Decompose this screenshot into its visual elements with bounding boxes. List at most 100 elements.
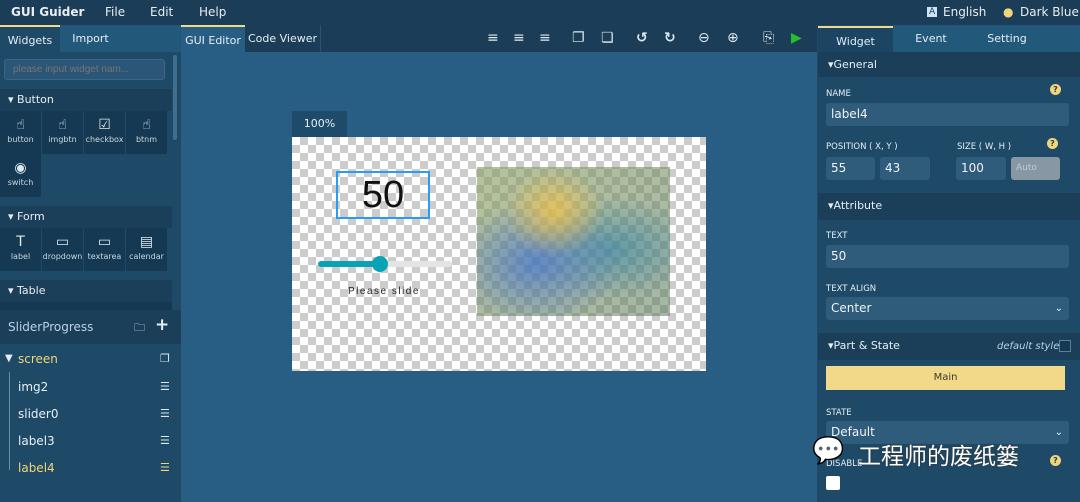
textarea-icon: ▭ [97, 234, 112, 250]
section-general[interactable]: ▾General [818, 52, 1080, 77]
tab-gui-editor[interactable]: GUI Editor [181, 25, 245, 52]
help-icon[interactable]: ? [1050, 84, 1061, 95]
slider-fill [318, 261, 380, 267]
layer-icon[interactable]: ☰ [160, 407, 170, 420]
switch-icon: ◉ [14, 160, 27, 176]
align-right-icon[interactable]: ≡ [539, 30, 551, 46]
slider0-widget[interactable] [318, 256, 452, 272]
tree-label3[interactable]: label3 [18, 434, 55, 448]
language-selector[interactable]: English [943, 5, 986, 19]
menu-file[interactable]: File [105, 5, 125, 19]
widget-btnm[interactable]: ☝ btnm [126, 111, 167, 154]
section-title: Form [17, 210, 45, 223]
widget-switch[interactable]: ◉ switch [0, 154, 41, 197]
widget-button[interactable]: ☝ button [0, 111, 41, 154]
size-label: SIZE ( W, H ) [957, 142, 1012, 152]
tree-slider0[interactable]: slider0 [18, 407, 59, 421]
layer-icon[interactable]: ☰ [160, 461, 170, 474]
widget-dropdown[interactable]: ▭ dropdown [42, 228, 83, 271]
text-align-label: TEXT ALIGN [826, 284, 877, 294]
tab-event[interactable]: Event [905, 25, 957, 52]
widget-label: calendar [129, 252, 164, 261]
label3-widget[interactable]: Please slide [348, 286, 420, 297]
widget-label: checkbox [85, 135, 124, 144]
bring-front-icon[interactable]: ❐ [572, 30, 585, 46]
size-h-field[interactable]: Auto [1011, 157, 1060, 180]
disable-checkbox[interactable] [826, 476, 840, 490]
undo-icon[interactable]: ↺ [636, 30, 648, 46]
align-left-icon[interactable]: ≡ [487, 30, 499, 46]
calendar-icon: ▤ [139, 234, 154, 250]
wechat-icon: 💬 [812, 436, 845, 466]
send-back-icon[interactable]: ❏ [601, 30, 614, 46]
widget-imgbtn[interactable]: ☝ imgbtn [42, 111, 83, 154]
slider-knob[interactable] [371, 256, 388, 272]
btnm-icon: ☝ [142, 117, 151, 133]
align-center-icon[interactable]: ≡ [513, 30, 525, 46]
tab-widget[interactable]: Widget [818, 26, 893, 53]
help-icon[interactable]: ? [1050, 455, 1061, 466]
language-icon: A [927, 7, 938, 17]
menu-bar: GUI Guider File Edit Help A English ● Da… [0, 0, 1080, 25]
tab-widgets[interactable]: Widgets [0, 25, 60, 52]
tab-code-viewer[interactable]: Code Viewer [245, 25, 321, 52]
section-title: General [833, 58, 877, 71]
widget-scrollbar[interactable] [173, 55, 177, 140]
theme-selector[interactable]: Dark Blue [1020, 5, 1079, 19]
project-name: SliderProgress [8, 320, 94, 334]
position-y-field[interactable]: 43 [880, 157, 930, 180]
tree-line [9, 372, 10, 470]
section-title: Part & State [833, 339, 900, 352]
button-icon: ☝ [16, 117, 25, 133]
dropdown-icon: ▭ [55, 234, 70, 250]
collapse-icon[interactable]: ▼ [5, 353, 13, 364]
menu-edit[interactable]: Edit [150, 5, 173, 19]
section-title: Button [17, 93, 54, 106]
zoom-out-icon[interactable]: ⊖ [698, 30, 710, 46]
layer-icon[interactable]: ☰ [160, 380, 170, 393]
tab-import[interactable]: Import [60, 25, 181, 52]
chevron-down-icon: ⌄ [1054, 303, 1063, 314]
folder-icon[interactable]: 🗀 [134, 319, 145, 338]
label4-widget[interactable]: 50 [336, 171, 430, 219]
tree-screen[interactable]: screen [18, 352, 58, 366]
size-w-field[interactable]: 100 [956, 157, 1006, 180]
add-icon[interactable]: + [155, 315, 169, 335]
text-align-value: Center [831, 301, 872, 315]
run-icon[interactable]: ▶ [791, 30, 802, 46]
widget-label: imgbtn [48, 135, 77, 144]
widget-calendar[interactable]: ▤ calendar [126, 228, 167, 271]
zoom-in-icon[interactable]: ⊕ [727, 30, 739, 46]
copy-icon[interactable]: ❐ [160, 352, 170, 365]
part-main-button[interactable]: Main [826, 366, 1065, 390]
section-attribute[interactable]: ▾Attribute [818, 193, 1080, 220]
text-label: TEXT [826, 231, 848, 241]
img2-parrot-image[interactable] [477, 167, 670, 316]
section-table[interactable]: ▾ Table [0, 280, 172, 302]
widget-label[interactable]: Tlabel [0, 228, 41, 271]
widget-label: dropdown [42, 252, 83, 261]
default-style-checkbox[interactable] [1059, 340, 1071, 352]
position-x-field[interactable]: 55 [826, 157, 875, 180]
widget-checkbox[interactable]: ☑ checkbox [84, 111, 125, 154]
tree-img2[interactable]: img2 [18, 380, 48, 394]
section-button[interactable]: ▾ Button [0, 89, 172, 111]
tab-setting[interactable]: Setting [978, 25, 1036, 52]
widget-label: button [7, 135, 34, 144]
layer-icon[interactable]: ☰ [160, 434, 170, 447]
section-form[interactable]: ▾ Form [0, 206, 172, 228]
code-icon[interactable]: ⎘ [763, 30, 774, 46]
position-label: POSITION ( X, Y ) [826, 142, 898, 152]
label-icon: T [16, 234, 25, 250]
widget-label: label [10, 252, 31, 261]
widget-textarea[interactable]: ▭ textarea [84, 228, 125, 271]
redo-icon[interactable]: ↻ [664, 30, 676, 46]
menu-help[interactable]: Help [199, 5, 226, 19]
widget-search-input[interactable] [4, 59, 165, 80]
text-field[interactable]: 50 [826, 245, 1069, 268]
text-align-select[interactable]: Center ⌄ [826, 297, 1069, 320]
name-field[interactable]: label4 [826, 103, 1069, 126]
help-icon[interactable]: ? [1047, 138, 1058, 149]
tree-label4[interactable]: label4 [18, 461, 55, 475]
table-widgets-row [0, 302, 172, 310]
